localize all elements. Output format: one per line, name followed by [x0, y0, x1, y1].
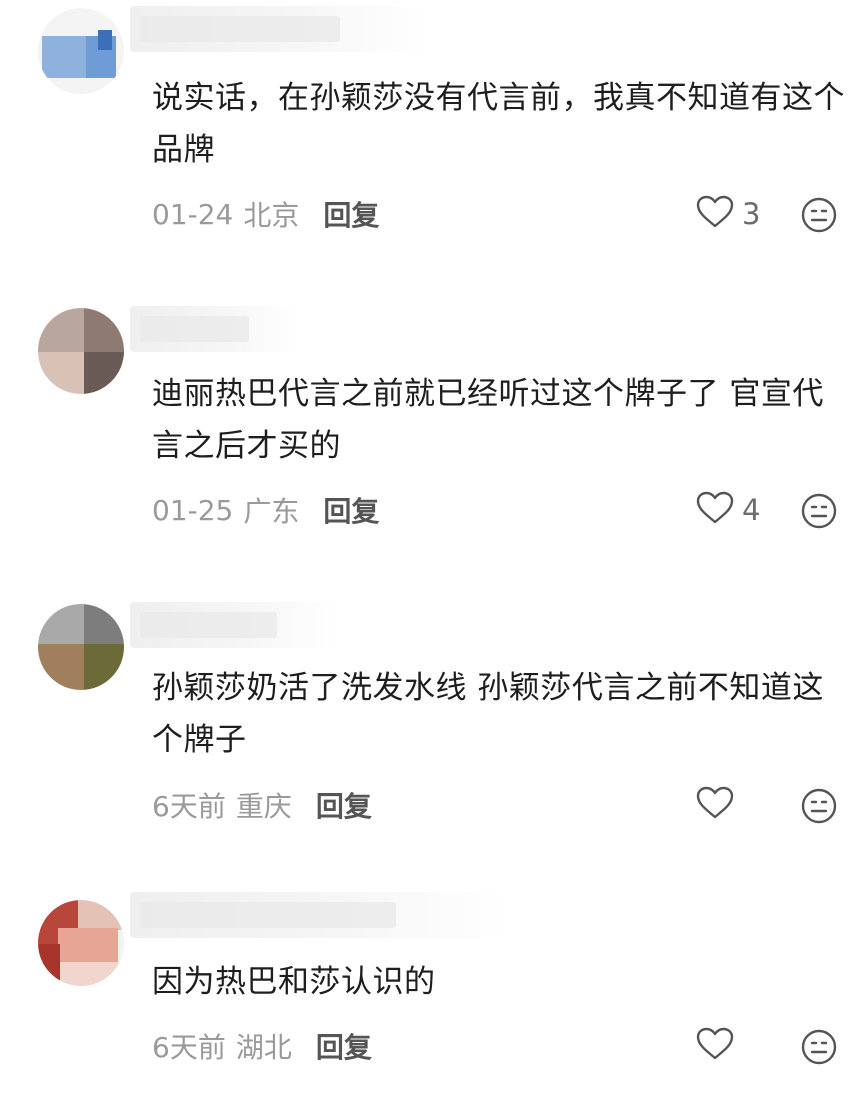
neutral-face-icon: [800, 788, 838, 829]
heart-outline-icon: [696, 786, 734, 824]
like-button[interactable]: 3: [696, 194, 760, 234]
avatar[interactable]: [38, 888, 126, 998]
comment-date: 6天前: [152, 1031, 226, 1064]
avatar[interactable]: [38, 0, 126, 106]
comment-text: 说实话，在孙颖莎没有代言前，我真不知道有这个品牌: [152, 80, 845, 168]
comment-meta: 01-24 北京 回复: [152, 194, 379, 234]
username-redacted[interactable]: [130, 892, 510, 938]
like-button[interactable]: 4: [696, 490, 760, 530]
reply-button[interactable]: 回复: [316, 785, 372, 825]
comment-location: 北京: [243, 199, 300, 232]
neutral-face-icon: [800, 197, 838, 238]
comment-meta: 01-25 广东 回复: [152, 490, 379, 530]
comment-text: 因为热巴和莎认识的: [152, 964, 436, 1000]
like-count: 3: [742, 197, 761, 231]
heart-outline-icon: [696, 491, 734, 529]
username-redacted[interactable]: [130, 6, 430, 52]
comment-text: 孙颖莎奶活了洗发水线 孙颖莎代言之前不知道这个牌子: [152, 670, 824, 758]
like-count: 4: [742, 493, 761, 527]
reply-button[interactable]: 回复: [316, 1026, 372, 1066]
username-redacted[interactable]: [130, 602, 340, 648]
reaction-button[interactable]: [800, 1028, 838, 1066]
reply-button[interactable]: 回复: [323, 194, 379, 234]
heart-outline-icon: [696, 195, 734, 233]
neutral-face-icon: [800, 1029, 838, 1070]
neutral-face-icon: [800, 493, 838, 534]
comment-date: 01-24: [152, 197, 234, 231]
comment-date: 6天前: [152, 790, 226, 823]
like-button[interactable]: [696, 785, 742, 825]
comment-location: 广东: [243, 495, 300, 528]
reaction-button[interactable]: [800, 787, 838, 825]
reaction-button[interactable]: [800, 196, 838, 234]
comment-location: 湖北: [235, 1031, 292, 1064]
comment-date: 01-25: [152, 493, 234, 527]
comment-location: 重庆: [235, 790, 292, 823]
reply-button[interactable]: 回复: [323, 490, 379, 530]
comment-meta: 6天前 重庆 回复: [152, 785, 372, 825]
avatar[interactable]: [38, 592, 126, 702]
username-redacted[interactable]: [130, 306, 300, 352]
comment-text: 迪丽热巴代言之前就已经听过这个牌子了 官宣代言之后才买的: [152, 376, 824, 464]
like-button[interactable]: [696, 1026, 742, 1066]
comment-meta: 6天前 湖北 回复: [152, 1026, 372, 1066]
heart-outline-icon: [696, 1027, 734, 1065]
reaction-button[interactable]: [800, 492, 838, 530]
avatar[interactable]: [38, 296, 126, 406]
